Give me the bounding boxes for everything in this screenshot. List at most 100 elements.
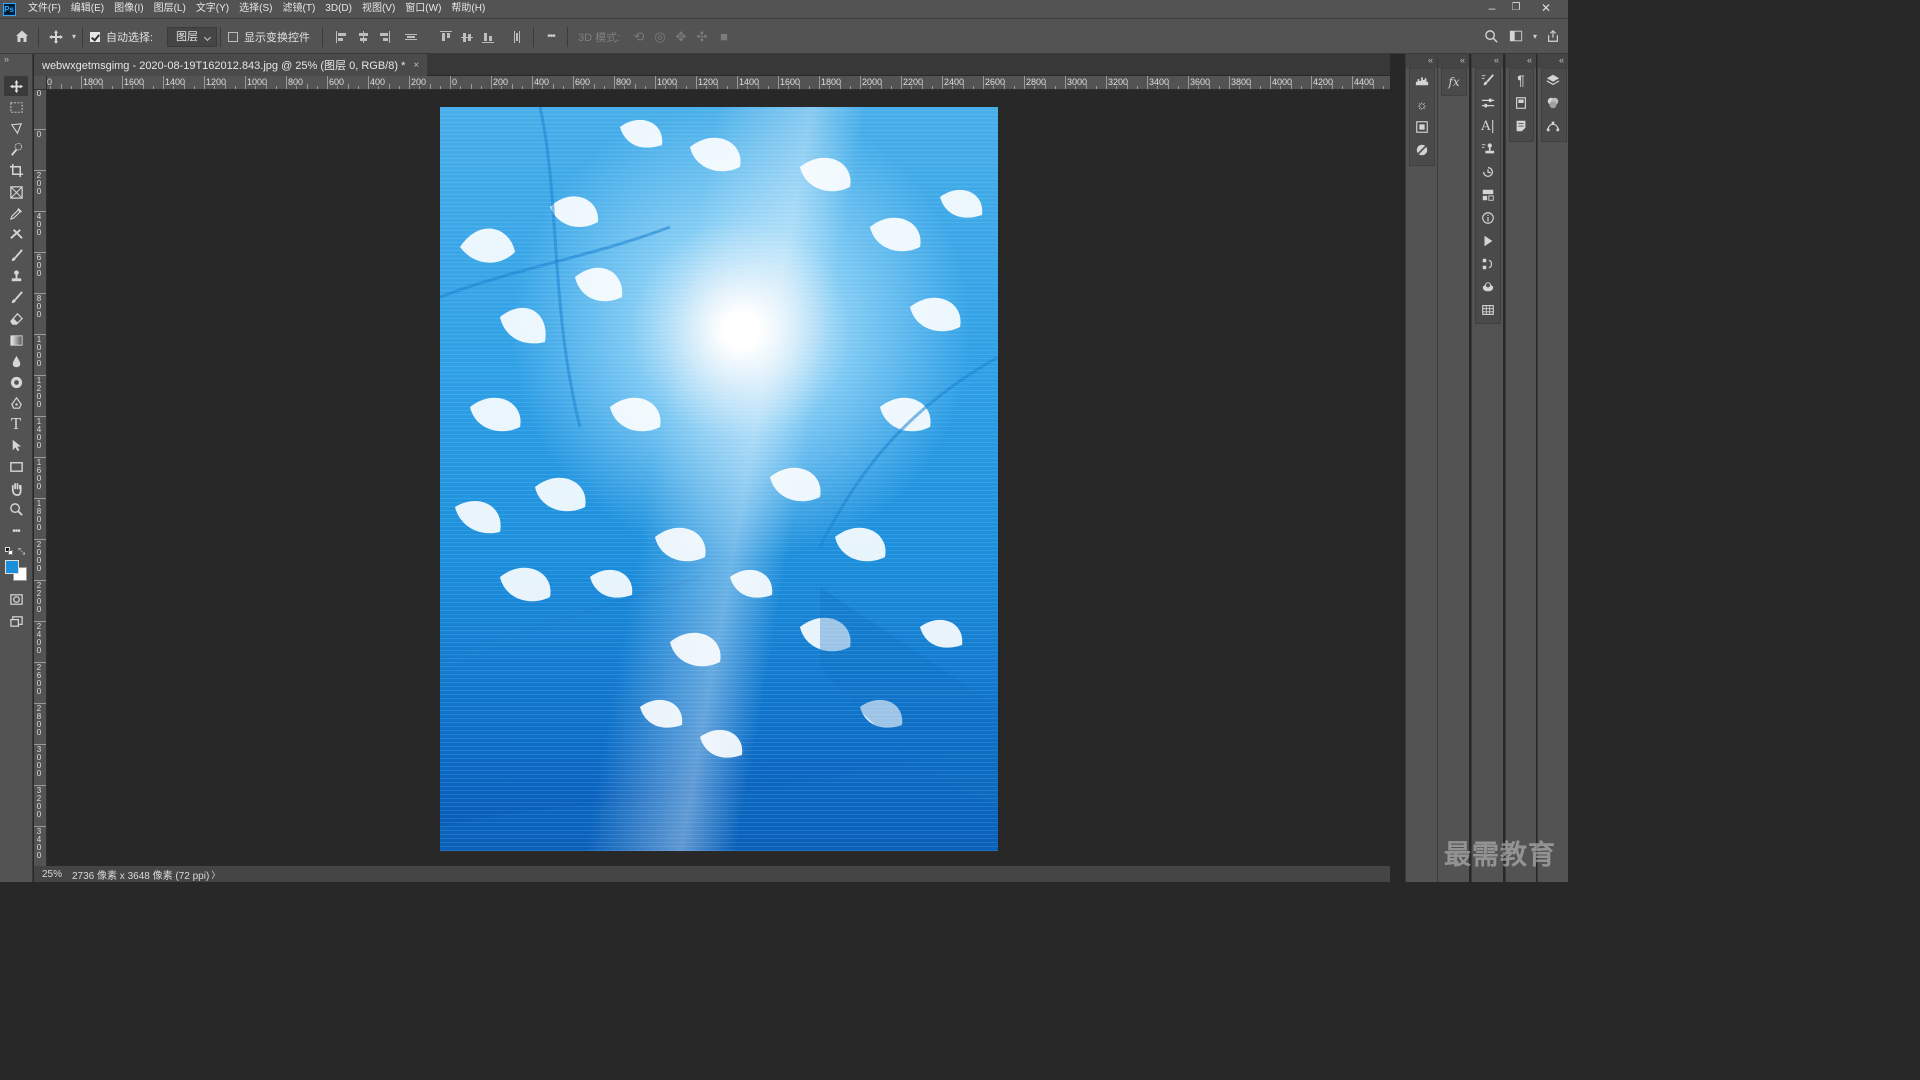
- paths-panel-icon[interactable]: [1542, 116, 1564, 136]
- zoom-tool-icon[interactable]: [4, 499, 28, 519]
- menu-item[interactable]: 编辑(E): [66, 0, 109, 18]
- eyedropper-tool-icon[interactable]: [4, 203, 28, 223]
- status-menu-arrow-icon[interactable]: 〉: [211, 868, 220, 881]
- properties-icon[interactable]: [1477, 93, 1499, 113]
- layers-icon[interactable]: [1542, 70, 1564, 90]
- foreground-color-swatch[interactable]: [5, 560, 19, 574]
- path-selection-tool-icon[interactable]: [4, 435, 28, 455]
- horizontal-ruler[interactable]: 0018001600140012001000800600400200020040…: [47, 76, 1390, 90]
- actions-play-icon[interactable]: [1477, 231, 1499, 251]
- marquee-tool-icon[interactable]: [4, 97, 28, 117]
- libraries-icon[interactable]: [1411, 117, 1433, 137]
- crop-tool-icon[interactable]: [4, 160, 28, 180]
- vertical-ruler[interactable]: 0 0 200 400 600 800 1000 1200 1400 1600 1800 2000 22…: [34, 90, 47, 866]
- dock-collapse-icon[interactable]: «: [1406, 54, 1437, 68]
- eraser-tool-icon[interactable]: [4, 308, 28, 328]
- menu-item[interactable]: 图像(I): [109, 0, 148, 18]
- default-colors-icon[interactable]: [5, 547, 13, 555]
- orbit-3d-icon[interactable]: ⟲: [631, 29, 647, 45]
- search-icon[interactable]: [1483, 29, 1499, 45]
- swap-colors-icon[interactable]: ⤡: [18, 546, 25, 557]
- character-styles-icon[interactable]: A|: [1477, 116, 1499, 136]
- dock-collapse-icon[interactable]: «: [1438, 54, 1469, 68]
- 3d-icon[interactable]: [1477, 277, 1499, 297]
- close-window-button[interactable]: ✕: [1533, 0, 1559, 18]
- glyphs-icon[interactable]: [1477, 185, 1499, 205]
- home-icon[interactable]: [14, 28, 30, 44]
- screen-mode-icon[interactable]: [4, 611, 28, 631]
- info-icon[interactable]: [1477, 208, 1499, 228]
- paths-icon[interactable]: [1477, 254, 1499, 274]
- zoom-level[interactable]: 25%: [34, 869, 70, 880]
- lasso-tool-icon[interactable]: [4, 118, 28, 138]
- menu-item[interactable]: 文件(F): [23, 0, 66, 18]
- menu-item[interactable]: 帮助(H): [446, 0, 490, 18]
- channels-stack-icon[interactable]: [1510, 93, 1532, 113]
- camera-3d-icon[interactable]: ■: [716, 29, 732, 45]
- document-image[interactable]: [440, 107, 998, 851]
- pan-3d-icon[interactable]: ✥: [673, 29, 689, 45]
- clone-stamp-tool-icon[interactable]: [4, 266, 28, 286]
- document-info[interactable]: 2736 像素 x 3648 像素 (72 ppi): [70, 867, 209, 882]
- styles-fx-icon[interactable]: fx: [1443, 72, 1465, 92]
- align-horizontal-centers-icon[interactable]: [355, 29, 371, 45]
- ruler-origin[interactable]: [34, 76, 47, 90]
- edit-toolbar-icon[interactable]: •••: [4, 521, 28, 541]
- menu-item[interactable]: 图层(L): [149, 0, 191, 18]
- menu-item[interactable]: 视图(V): [357, 0, 400, 18]
- history-brush-tool-icon[interactable]: [4, 287, 28, 307]
- hand-tool-icon[interactable]: [4, 478, 28, 498]
- quick-selection-tool-icon[interactable]: [4, 139, 28, 159]
- move-tool-preset-icon[interactable]: [48, 29, 64, 45]
- dodge-tool-icon[interactable]: [4, 372, 28, 392]
- align-top-edges-icon[interactable]: [438, 29, 454, 45]
- brush-settings-icon[interactable]: [1477, 70, 1499, 90]
- chevron-down-icon[interactable]: ▾: [1527, 29, 1543, 45]
- frame-tool-icon[interactable]: [4, 182, 28, 202]
- channels-icon[interactable]: [1542, 93, 1564, 113]
- navigator-icon[interactable]: ☼: [1411, 94, 1433, 114]
- minimize-button[interactable]: –: [1479, 0, 1505, 18]
- document-tab[interactable]: webwxgetmsgimg - 2020-08-19T162012.843.j…: [34, 54, 428, 76]
- table-icon[interactable]: [1477, 300, 1499, 320]
- slide-3d-icon[interactable]: ✣: [694, 29, 710, 45]
- clone-source-icon[interactable]: [1477, 139, 1499, 159]
- auto-select-checkbox[interactable]: [90, 32, 100, 42]
- share-icon[interactable]: [1545, 29, 1561, 45]
- quick-mask-icon[interactable]: [4, 589, 28, 609]
- menu-item[interactable]: 窗口(W): [400, 0, 446, 18]
- menu-item[interactable]: 滤镜(T): [278, 0, 321, 18]
- blur-tool-icon[interactable]: [4, 351, 28, 371]
- pen-tool-icon[interactable]: [4, 393, 28, 413]
- move-tool-icon[interactable]: [4, 76, 28, 96]
- history-icon[interactable]: [1477, 162, 1499, 182]
- paragraph-icon[interactable]: ¶: [1510, 70, 1532, 90]
- menu-item[interactable]: 3D(D): [320, 0, 357, 18]
- menu-item[interactable]: 文字(Y): [191, 0, 234, 18]
- rectangle-tool-icon[interactable]: [4, 456, 28, 476]
- align-right-edges-icon[interactable]: [376, 29, 392, 45]
- toolbox-collapse-icon[interactable]: »: [0, 54, 32, 66]
- healing-brush-tool-icon[interactable]: [4, 224, 28, 244]
- distribute-vertical-icon[interactable]: [403, 29, 419, 45]
- show-transform-checkbox[interactable]: [228, 32, 238, 42]
- align-left-edges-icon[interactable]: [334, 29, 350, 45]
- dock-collapse-icon[interactable]: «: [1506, 54, 1536, 68]
- align-bottom-edges-icon[interactable]: [480, 29, 496, 45]
- align-vertical-centers-icon[interactable]: [459, 29, 475, 45]
- dock-collapse-icon[interactable]: «: [1472, 54, 1503, 68]
- distribute-horizontal-icon[interactable]: [509, 29, 525, 45]
- adjustments-icon[interactable]: [1411, 140, 1433, 160]
- close-document-icon[interactable]: ×: [413, 60, 419, 71]
- dock-collapse-icon[interactable]: «: [1538, 54, 1568, 68]
- type-tool-icon[interactable]: T: [4, 414, 28, 434]
- gradient-tool-icon[interactable]: [4, 330, 28, 350]
- notes-icon[interactable]: [1510, 116, 1532, 136]
- more-options-button[interactable]: •••: [543, 29, 559, 45]
- target-select[interactable]: 图层: [167, 27, 217, 47]
- menu-item[interactable]: 选择(S): [234, 0, 277, 18]
- brush-tool-icon[interactable]: [4, 245, 28, 265]
- workspace-icon[interactable]: [1508, 29, 1524, 45]
- chevron-down-icon[interactable]: ▾: [66, 29, 82, 45]
- restore-button[interactable]: ❐: [1503, 0, 1529, 18]
